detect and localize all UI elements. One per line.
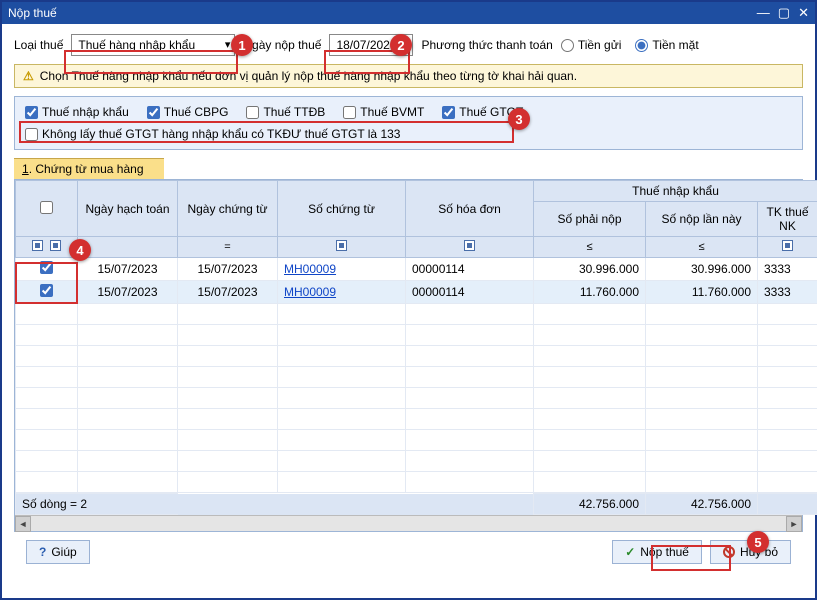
- filter-icon: [464, 240, 475, 251]
- filter-icon: [782, 240, 793, 251]
- pay-date-label: Ngày nộp thuế: [243, 38, 321, 52]
- warning-icon: ⚠: [23, 69, 34, 83]
- check-icon: ✓: [625, 545, 635, 559]
- submit-button[interactable]: ✓Nộp thuế: [612, 540, 702, 564]
- cancel-icon: [723, 546, 735, 558]
- col-posting-date[interactable]: Ngày hạch toán: [78, 181, 178, 237]
- chk-exclude-133[interactable]: Không lấy thuế GTGT hàng nhập khẩu có TK…: [25, 127, 400, 141]
- filter-icon: [336, 240, 347, 251]
- table-row[interactable]: 15/07/2023 15/07/2023 MH00009 00000114 3…: [16, 258, 817, 281]
- section-header[interactable]: 1. Chứng từ mua hàng: [14, 158, 164, 180]
- close-icon[interactable]: ✕: [798, 5, 809, 21]
- chk-cbpg[interactable]: Thuế CBPG: [147, 105, 229, 119]
- maximize-icon[interactable]: ▢: [778, 5, 790, 21]
- radio-transfer[interactable]: Tiền gửi: [561, 38, 622, 52]
- total-pay: 42.756.000: [646, 494, 758, 515]
- row-checkbox[interactable]: [40, 284, 53, 297]
- callout-badge-5: 5: [747, 531, 769, 553]
- filter-icon[interactable]: [50, 240, 61, 251]
- pay-method-label: Phương thức thanh toán: [421, 38, 552, 52]
- tax-type-label: Loại thuế: [14, 38, 63, 52]
- col-doc-no[interactable]: Số chứng từ: [278, 181, 406, 237]
- total-due: 42.756.000: [534, 494, 646, 515]
- col-doc-date[interactable]: Ngày chứng từ: [178, 181, 278, 237]
- chk-bvmt[interactable]: Thuế BVMT: [343, 105, 424, 119]
- help-icon: ?: [39, 545, 46, 559]
- grid-wrap: Ngày hạch toán Ngày chứng từ Số chứng từ…: [14, 179, 803, 532]
- callout-badge-3: 3: [508, 108, 530, 130]
- col-group-import-tax: Thuế nhập khẩu: [534, 181, 817, 202]
- tax-checkbox-panel: Thuế nhập khẩu Thuế CBPG Thuế TTĐB Thuế …: [14, 96, 803, 150]
- col-account[interactable]: TK thuế NK: [758, 202, 817, 237]
- minimize-icon[interactable]: —: [757, 5, 770, 21]
- select-all-checkbox[interactable]: [40, 201, 53, 214]
- grid-footer: Số dòng = 2 42.756.000 42.756.000: [15, 493, 817, 515]
- rows-count: Số dòng = 2: [16, 494, 178, 515]
- grid-header: Ngày hạch toán Ngày chứng từ Số chứng từ…: [15, 180, 817, 493]
- radio-cash[interactable]: Tiền mặt: [635, 38, 698, 52]
- callout-badge-2: 2: [390, 34, 412, 56]
- pay-date-value: 18/07/2023: [336, 38, 396, 52]
- tax-type-dropdown[interactable]: Thuế hàng nhập khẩu: [71, 34, 235, 56]
- table-row[interactable]: 15/07/2023 15/07/2023 MH00009 00000114 1…: [16, 281, 817, 304]
- bottom-bar: ?Giúp ✓Nộp thuế Hủy bỏ: [14, 532, 803, 572]
- horizontal-scrollbar[interactable]: ◄ ►: [15, 515, 802, 531]
- help-button[interactable]: ?Giúp: [26, 540, 90, 564]
- info-bar: ⚠ Chọn Thuế hàng nhập khẩu nếu đơn vị qu…: [14, 64, 803, 88]
- filter-icon[interactable]: [32, 240, 43, 251]
- doc-link[interactable]: MH00009: [284, 285, 336, 299]
- doc-link[interactable]: MH00009: [284, 262, 336, 276]
- col-due[interactable]: Số phải nộp: [534, 202, 646, 237]
- scroll-left-icon[interactable]: ◄: [15, 516, 31, 532]
- window-controls: — ▢ ✕: [757, 5, 809, 21]
- tax-type-value: Thuế hàng nhập khẩu: [78, 38, 195, 52]
- chk-ttdb[interactable]: Thuế TTĐB: [246, 105, 325, 119]
- chk-nhap-khau[interactable]: Thuế nhập khẩu: [25, 105, 129, 119]
- col-invoice-no[interactable]: Số hóa đơn: [406, 181, 534, 237]
- col-this-pay[interactable]: Số nộp lần này: [646, 202, 758, 237]
- scroll-right-icon[interactable]: ►: [786, 516, 802, 532]
- title-bar: Nộp thuế — ▢ ✕: [2, 2, 815, 24]
- info-text: Chọn Thuế hàng nhập khẩu nếu đơn vị quản…: [40, 69, 577, 83]
- callout-badge-4: 4: [69, 239, 91, 261]
- window-title: Nộp thuế: [8, 6, 57, 20]
- callout-badge-1: 1: [231, 34, 253, 56]
- row-checkbox[interactable]: [40, 261, 53, 274]
